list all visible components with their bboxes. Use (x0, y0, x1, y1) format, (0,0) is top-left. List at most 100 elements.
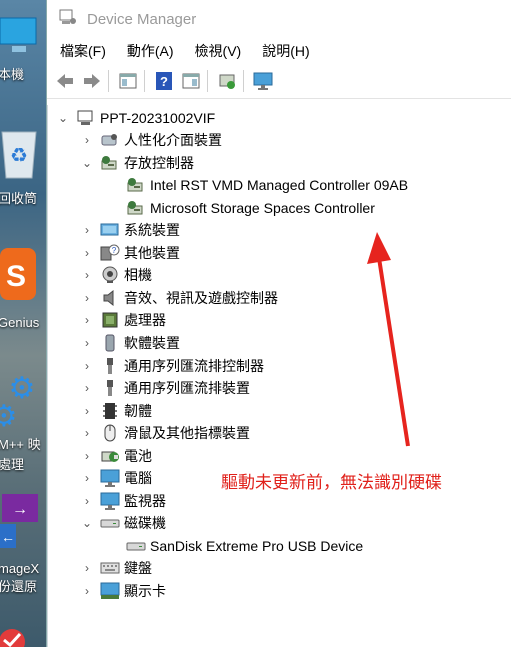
menu-bar: 檔案(F) 動作(A) 檢視(V) 說明(H) (47, 38, 511, 64)
chevron-right-icon[interactable]: › (80, 359, 94, 373)
show-hide-console-tree-icon[interactable] (116, 69, 140, 93)
tree-root[interactable]: ⌄ PPT-20231002VIF (56, 107, 215, 129)
camera-icon (100, 266, 120, 284)
chevron-right-icon[interactable]: › (80, 426, 94, 440)
category-item[interactable]: › 滑鼠及其他指標裝置 (80, 422, 250, 444)
device-item[interactable]: SanDisk Extreme Pro USB Device (106, 535, 363, 557)
recycle-bin-icon[interactable]: ♻ (0, 128, 46, 180)
menu-view[interactable]: 檢視(V) (195, 41, 242, 61)
storage-controller-icon (126, 176, 146, 194)
annotation-text: 驅動未更新前，無法識別硬碟 (221, 473, 442, 492)
tree-item-label: 人性化介面裝置 (124, 132, 222, 148)
category-item[interactable]: › 系統裝置 (80, 219, 180, 241)
svg-text:?: ? (112, 246, 117, 255)
hid-icon (100, 131, 120, 149)
toolbar-divider (108, 70, 109, 92)
category-item[interactable]: ⌄ 存放控制器 (80, 152, 194, 174)
this-pc-icon[interactable] (0, 8, 46, 58)
tree-item-label: 磁碟機 (124, 515, 166, 532)
tree-item-label: 韌體 (124, 402, 152, 419)
help-icon[interactable]: ? (152, 69, 176, 93)
computer-icon (100, 469, 120, 488)
monitor-icon[interactable] (251, 69, 275, 93)
tree-item-label: 監視器 (124, 492, 166, 509)
tree-item-label: 處理器 (124, 312, 166, 329)
tree-item-label: Microsoft Storage Spaces Controller (150, 199, 375, 216)
disk-drive-icon (126, 537, 146, 555)
genius-icon[interactable]: S (0, 248, 46, 302)
gear-icon[interactable]: ⚙ ⚙ (0, 370, 46, 433)
usb-icon (100, 379, 120, 397)
cpu-icon (100, 311, 120, 329)
chevron-right-icon[interactable]: › (80, 313, 94, 327)
chevron-right-icon[interactable]: › (80, 584, 94, 598)
menu-action[interactable]: 動作(A) (127, 41, 174, 61)
chevron-down-icon[interactable]: ⌄ (80, 516, 94, 530)
chevron-right-icon[interactable]: › (80, 291, 94, 305)
imagex-icon[interactable]: → ← (0, 494, 46, 550)
chevron-right-icon[interactable]: › (80, 449, 94, 463)
chevron-down-icon[interactable]: ⌄ (56, 111, 70, 125)
tree-item-label: 相機 (124, 267, 152, 284)
category-item[interactable]: › 韌體 (80, 400, 152, 422)
device-item[interactable]: Intel RST VMD Managed Controller 09AB (106, 174, 408, 196)
title-bar[interactable]: Device Manager (47, 0, 511, 38)
desktop-label-mpp: M++ 映 (0, 437, 41, 452)
svg-text:→: → (12, 501, 28, 518)
category-item[interactable]: ⌄ 磁碟機 (80, 512, 166, 534)
tree-item-label: 通用序列匯流排裝置 (124, 380, 250, 397)
device-tree: ⌄ PPT-20231002VIF › 人性化介面裝置 ⌄ 存放控制器 Intel RS… (47, 105, 511, 647)
category-item[interactable]: › 處理器 (80, 309, 166, 331)
system-icon (100, 221, 120, 239)
tree-item-label: Intel RST VMD Managed Controller 09AB (150, 177, 409, 194)
chevron-right-icon[interactable]: › (80, 268, 94, 282)
desktop-label-recycle-bin: 回收筒 (0, 191, 38, 206)
chevron-right-icon[interactable]: › (80, 404, 94, 418)
chevron-right-icon[interactable]: › (80, 223, 94, 237)
chevron-right-icon[interactable]: › (80, 494, 94, 508)
chevron-right-icon[interactable]: › (80, 133, 94, 147)
tree-item-label: 存放控制器 (124, 154, 194, 171)
desktop-label-genius: Genius (0, 315, 40, 330)
chevron-right-icon[interactable]: › (80, 381, 94, 395)
tree-item-label: 系統裝置 (124, 222, 180, 239)
forward-arrow-icon[interactable] (80, 69, 104, 93)
menu-help[interactable]: 說明(H) (262, 41, 309, 61)
tree-item-label: 電腦 (124, 470, 152, 487)
category-item[interactable]: › 鍵盤 (80, 557, 152, 579)
properties-icon[interactable] (179, 69, 203, 93)
chevron-right-icon[interactable]: › (80, 471, 94, 485)
unknown-device-icon: ? (100, 244, 120, 262)
chevron-down-icon[interactable]: ⌄ (80, 156, 94, 170)
software-device-icon (100, 334, 120, 352)
tree-item-label: 鍵盤 (124, 560, 152, 577)
category-item[interactable]: › 通用序列匯流排裝置 (80, 377, 250, 399)
chevron-right-icon[interactable]: › (80, 561, 94, 575)
chevron-right-icon[interactable]: › (80, 246, 94, 260)
checkmark-icon[interactable] (0, 622, 46, 647)
keyboard-icon (100, 559, 120, 577)
category-item[interactable]: › 電池 (80, 445, 152, 467)
tree-item-label: 滑鼠及其他指標裝置 (124, 425, 250, 442)
category-item[interactable]: › 顯示卡 (80, 580, 166, 602)
menu-file[interactable]: 檔案(F) (60, 41, 106, 61)
back-arrow-icon[interactable] (53, 69, 77, 93)
category-item[interactable]: › 通用序列匯流排控制器 (80, 355, 264, 377)
tree-item-label: 音效、視訊及遊戲控制器 (124, 289, 278, 306)
device-manager-window: Device Manager 檔案(F) 動作(A) 檢視(V) 說明(H) ? (46, 0, 511, 647)
category-item[interactable]: ›? 其他裝置 (80, 242, 180, 264)
chevron-right-icon[interactable]: › (80, 336, 94, 350)
category-item[interactable]: › 電腦 (80, 467, 152, 489)
category-item[interactable]: › 音效、視訊及遊戲控制器 (80, 287, 278, 309)
tree-item-label: 通用序列匯流排控制器 (124, 357, 264, 374)
category-item[interactable]: › 相機 (80, 264, 152, 286)
mouse-icon (100, 424, 120, 442)
category-item[interactable]: › 監視器 (80, 490, 166, 512)
device-item[interactable]: Microsoft Storage Spaces Controller (106, 197, 375, 219)
tree-item-label: 顯示卡 (124, 583, 166, 599)
category-item[interactable]: › 人性化介面裝置 (80, 129, 222, 151)
category-item[interactable]: › 軟體裝置 (80, 332, 180, 354)
scan-hardware-icon[interactable] (215, 69, 239, 93)
svg-text:←: ← (1, 529, 15, 545)
svg-text:?: ? (160, 74, 168, 89)
